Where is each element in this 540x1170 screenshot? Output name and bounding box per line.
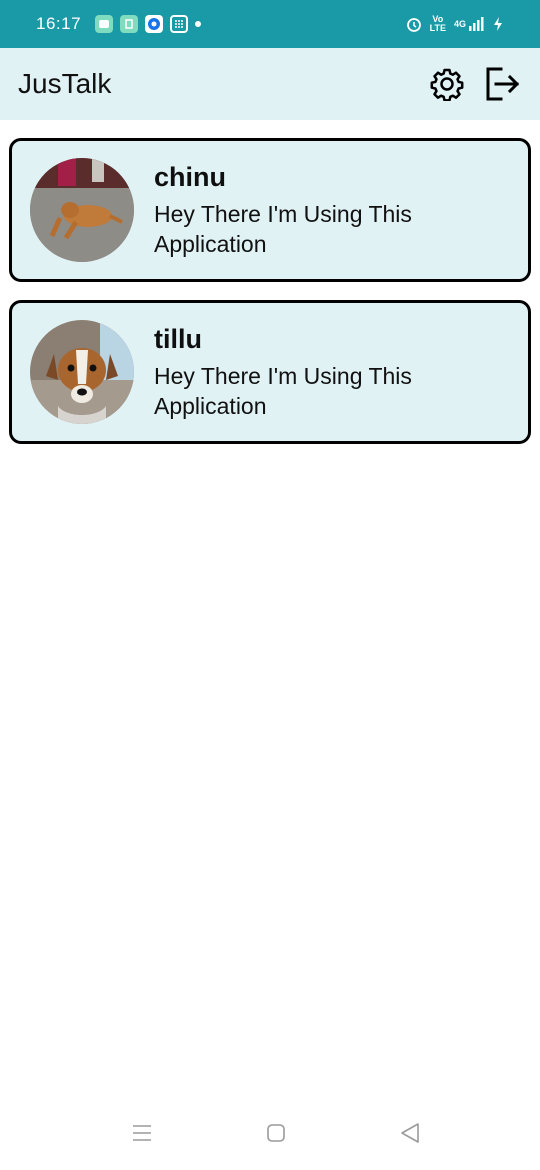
menu-button[interactable] [132,1124,152,1147]
contact-status: Hey There I'm Using This Application [154,362,412,419]
app-title: JusTalk [18,68,112,99]
system-nav-bar [0,1100,540,1170]
app-notification-icon [120,15,139,33]
settings-button[interactable] [428,65,466,103]
status-time: 16:17 [36,14,82,33]
contact-name: chinu [154,161,226,192]
menu-icon [133,1124,151,1141]
app-bar: JusTalk [0,48,540,120]
notification-icons [95,15,202,33]
avatar [30,320,134,424]
gear-icon [430,68,464,101]
puppy-photo-icon [30,320,134,424]
dog-photo-icon [30,158,134,262]
calculator-notification-icon [170,15,189,33]
message-notification-icon [95,15,114,33]
browser-notification-icon [145,15,164,33]
home-button[interactable] [266,1123,286,1148]
logout-button[interactable] [484,65,522,103]
home-icon [267,1123,285,1142]
back-icon [401,1122,419,1143]
contact-status: Hey There I'm Using This Application [154,200,412,257]
chat-item-tillu[interactable]: tillu Hey There I'm Using This Applicati… [9,300,531,444]
network-type: 4G [453,18,466,29]
volte-indicator: Vo LTE [429,14,446,33]
alarm-icon [406,18,421,32]
chat-item-text: tillu Hey There I'm Using This Applicati… [154,324,454,421]
status-right: Vo LTE 4G [406,15,504,33]
chat-item-chinu[interactable]: chinu Hey There I'm Using This Applicati… [9,138,531,282]
contact-name: tillu [154,323,202,354]
more-notifications-dot [195,21,202,27]
status-bar: 16:17 Vo LTE 4G [0,0,540,48]
signal-icon [469,17,484,31]
back-button[interactable] [400,1122,420,1149]
logout-icon [486,67,520,101]
app-bar-actions [428,65,522,103]
avatar [30,158,134,262]
chat-item-text: chinu Hey There I'm Using This Applicati… [154,162,454,259]
charging-icon [494,17,502,31]
chat-list: chinu Hey There I'm Using This Applicati… [9,138,531,462]
